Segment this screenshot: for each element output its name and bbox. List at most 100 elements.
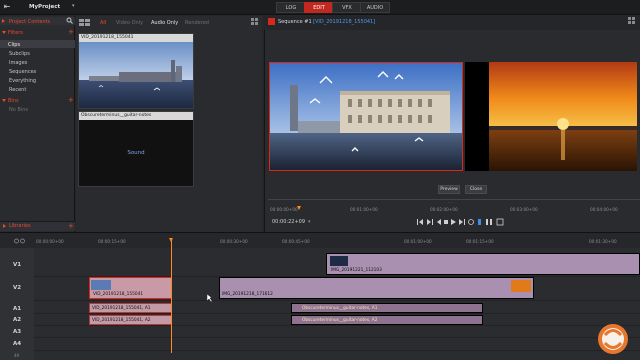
project-dropdown-icon[interactable]: ▾ xyxy=(72,3,75,9)
lane-divider xyxy=(34,300,640,301)
timeline-clip-a2-music[interactable]: Obscureterminus__guitar-notes, A2 xyxy=(291,315,483,325)
mark-out-icon[interactable] xyxy=(427,219,433,225)
timeline-ruler-bar[interactable] xyxy=(0,233,640,248)
play-icon[interactable] xyxy=(451,219,456,225)
track-a2[interactable]: A2 xyxy=(13,317,21,323)
add-filter-icon[interactable]: + xyxy=(68,28,74,36)
filter-item-sequences[interactable]: Sequences xyxy=(9,69,36,75)
bin-clip-audio[interactable]: Obscureterminus__guitar-notes Sound xyxy=(78,111,194,187)
tl-ruler-3: 00:00:45+00 xyxy=(282,239,310,244)
track-v2[interactable]: V2 xyxy=(13,285,21,291)
filter-item-images[interactable]: Images xyxy=(9,60,27,66)
timeline-clip-v1[interactable]: IMG_20191221_112103 xyxy=(326,253,640,275)
clip-label: VID_20191218_155041, A1 xyxy=(92,306,151,311)
lane-divider xyxy=(34,337,640,338)
clip-label: Obscureterminus__guitar-notes, A2 xyxy=(302,318,378,323)
project-contents-panel xyxy=(0,16,75,232)
viewer-drag-handle[interactable]: ···· xyxy=(448,200,453,205)
tab-log[interactable]: LOG xyxy=(276,2,306,13)
bins-toggle-icon[interactable] xyxy=(2,99,6,102)
sequence-color-swatch xyxy=(268,18,275,25)
program-monitor[interactable] xyxy=(269,62,463,171)
viewer-options-icon[interactable] xyxy=(628,17,636,25)
filter-all[interactable]: All xyxy=(100,20,106,26)
clip-label: IMG_20191221_112103 xyxy=(331,268,382,273)
step-icon[interactable] xyxy=(459,219,465,225)
preview-button[interactable]: Preview xyxy=(438,185,460,194)
clip-label: VID_20191218_155041, A2 xyxy=(92,318,151,323)
filter-item-subclips[interactable]: Subclips xyxy=(9,51,30,57)
filter-item-everything[interactable]: Everything xyxy=(9,78,36,84)
track-v1[interactable]: V1 xyxy=(13,262,21,268)
viewer-ruler-3: 00:03:00+00 xyxy=(510,207,538,212)
track-a3[interactable]: A3 xyxy=(13,329,21,335)
timeline-playhead[interactable] xyxy=(171,238,172,353)
tl-ruler-0: 00:00:00+00 xyxy=(36,239,64,244)
lane-divider xyxy=(34,313,640,314)
clip-thumbnail xyxy=(91,280,111,290)
collapse-triangle-icon[interactable] xyxy=(2,19,5,23)
close-button[interactable]: Close xyxy=(465,185,487,194)
filter-audio-only[interactable]: Audio Only xyxy=(151,20,178,26)
playhead-handle[interactable] xyxy=(169,238,173,242)
play-reverse-icon[interactable] xyxy=(437,219,441,225)
lane-divider xyxy=(34,325,640,326)
track-a1[interactable]: A1 xyxy=(13,306,21,312)
back-icon[interactable]: ⇤ xyxy=(2,2,12,12)
source-frame xyxy=(465,62,637,171)
project-name[interactable]: MyProject xyxy=(29,4,60,10)
tab-audio[interactable]: AUDIO xyxy=(360,2,390,13)
viewer-ruler-0: 00:00:00+00 xyxy=(270,207,298,212)
source-monitor[interactable] xyxy=(465,62,637,171)
filter-video-only[interactable]: Video Only xyxy=(116,20,143,26)
add-library-icon[interactable]: + xyxy=(68,222,74,230)
timeline-tools[interactable] xyxy=(14,238,25,244)
viewer-playhead[interactable] xyxy=(297,206,301,210)
mark-in-icon[interactable] xyxy=(417,219,423,225)
libraries-toggle-icon[interactable] xyxy=(3,224,6,228)
bin-clip-video[interactable]: VID_20191218_155041 xyxy=(78,33,194,109)
filter-rendered[interactable]: Rendered xyxy=(185,20,209,26)
add-bin-icon[interactable]: + xyxy=(68,96,74,104)
viewer-ruler-line xyxy=(268,199,640,200)
stop-icon[interactable] xyxy=(444,220,448,224)
tl-ruler-6: 00:01:30+00 xyxy=(589,239,617,244)
timeline-clip-v2-selected[interactable]: VID_20191218_155041 xyxy=(89,277,172,299)
search-icon[interactable] xyxy=(66,17,73,24)
lightworks-logo xyxy=(596,322,630,356)
lane-divider xyxy=(34,350,640,351)
bin-clip-title: VID_20191218_155041 xyxy=(79,34,193,42)
timeline-clip-v2[interactable]: IMG_20191218_171612 xyxy=(219,277,534,299)
filter-item-clips[interactable]: Clips xyxy=(8,42,20,48)
tab-edit[interactable]: EDIT xyxy=(304,2,334,13)
trim-icon[interactable] xyxy=(486,219,492,225)
clip-thumbnail xyxy=(511,280,531,292)
clip-thumbnail xyxy=(330,256,348,266)
track-a4[interactable]: A4 xyxy=(13,341,21,347)
libraries-label[interactable]: Libraries xyxy=(9,223,31,229)
bin-clip-thumbnail xyxy=(79,42,193,108)
tl-ruler-1: 00:00:15+00 xyxy=(98,239,126,244)
sequence-label: Sequence #1 xyxy=(278,19,312,25)
loop-icon[interactable] xyxy=(468,219,474,225)
tab-vfx[interactable]: VFX xyxy=(332,2,362,13)
filters-toggle-icon[interactable] xyxy=(2,31,6,34)
current-time[interactable]: 00:00:22+09 xyxy=(272,219,305,225)
timeline-clip-a1[interactable]: VID_20191218_155041, A1 xyxy=(89,303,172,313)
mouse-cursor-icon xyxy=(206,293,213,303)
timeline-clip-a2[interactable]: VID_20191218_155041, A2 xyxy=(89,315,172,325)
timeline-clip-a1-music[interactable]: Obscureterminus__guitar-notes, A1 xyxy=(291,303,483,313)
filter-item-recent[interactable]: Recent xyxy=(9,87,26,93)
sequence-clip-label: [VID_20191218_155041] xyxy=(313,19,376,25)
viewer-ruler-1: 00:01:00+00 xyxy=(350,207,378,212)
tl-ruler-2: 00:00:30+00 xyxy=(220,239,248,244)
list-view-icon[interactable] xyxy=(79,19,91,26)
bin-options-icon[interactable] xyxy=(251,18,259,26)
bin-clip-sound-label: Sound xyxy=(127,150,145,156)
time-menu-icon[interactable]: ▾ xyxy=(308,219,311,225)
timeline-zoom-label[interactable]: 49 xyxy=(14,353,19,358)
viewer-ruler-2: 00:02:00+00 xyxy=(430,207,458,212)
fullscreen-icon[interactable] xyxy=(496,218,504,226)
no-bins-text: No Bins xyxy=(9,107,28,113)
audio-meter-icon[interactable] xyxy=(478,219,481,225)
